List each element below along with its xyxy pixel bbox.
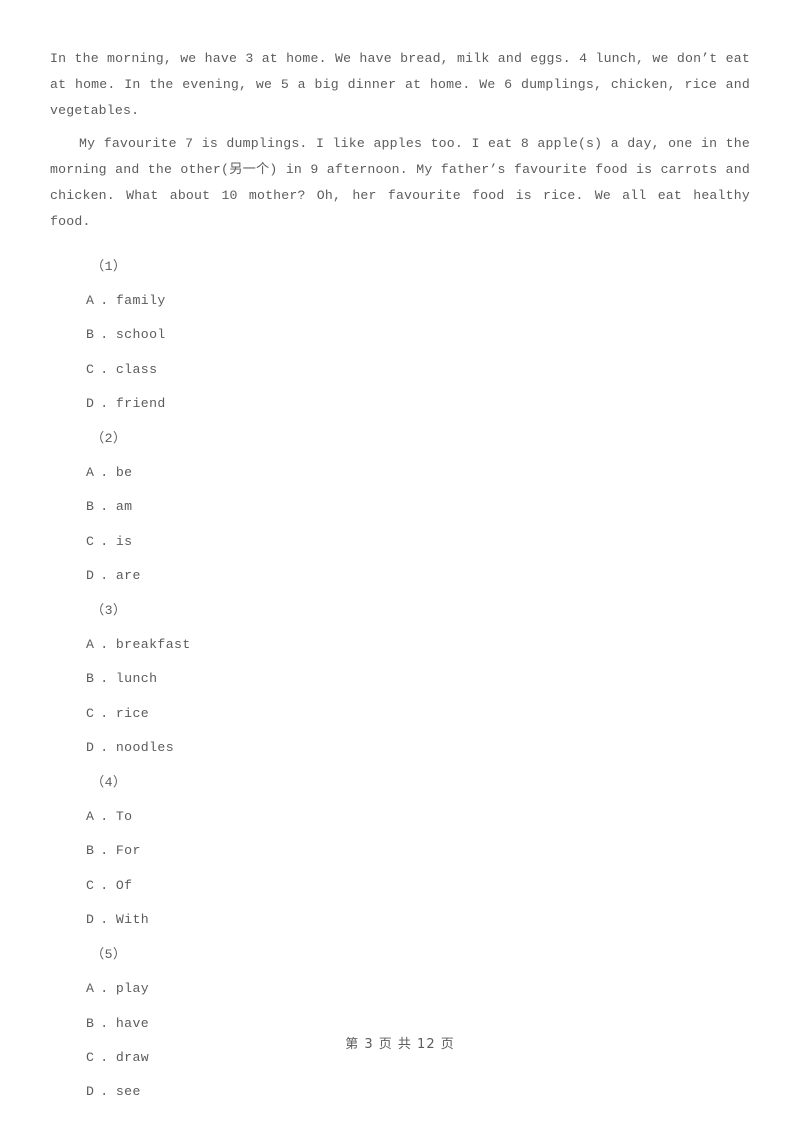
option-row[interactable]: A. family	[50, 284, 750, 318]
option-text: is	[115, 533, 133, 549]
option-separator: .	[100, 499, 109, 515]
option-text: be	[115, 465, 133, 481]
option-separator: .	[100, 809, 109, 825]
option-row[interactable]: D. are	[50, 559, 750, 593]
option-row[interactable]: D. With	[50, 903, 750, 937]
option-separator: .	[100, 292, 109, 308]
option-text: play	[115, 981, 150, 997]
option-row[interactable]: C. class	[50, 353, 750, 387]
option-row[interactable]: C. rice	[50, 697, 750, 731]
option-separator: .	[100, 671, 109, 687]
option-letter: D	[86, 568, 95, 584]
option-text: family	[115, 292, 166, 308]
option-letter: D	[86, 912, 95, 928]
option-text: noodles	[115, 740, 175, 756]
option-letter: A	[86, 292, 95, 308]
option-row[interactable]: A. breakfast	[50, 628, 750, 662]
passage-paragraph-1: In the morning, we have 3 at home. We ha…	[50, 51, 750, 118]
option-row[interactable]: B. For	[50, 834, 750, 868]
option-letter: C	[86, 877, 95, 893]
option-separator: .	[100, 705, 109, 721]
option-text: Of	[115, 877, 133, 893]
option-letter: A	[86, 465, 95, 481]
option-letter: A	[86, 809, 95, 825]
option-text: With	[115, 912, 150, 928]
option-row[interactable]: A. be	[50, 456, 750, 490]
option-separator: .	[100, 877, 109, 893]
question-block: （5） A. play B. have C. draw D. see	[50, 938, 750, 1110]
option-text: rice	[115, 705, 150, 721]
option-text: school	[115, 327, 166, 343]
option-letter: B	[86, 327, 95, 343]
option-row[interactable]: D. noodles	[50, 731, 750, 765]
page-footer: 第 3 页 共 12 页	[345, 1037, 455, 1052]
question-number: （3）	[91, 602, 127, 618]
option-text: am	[115, 499, 133, 515]
option-row[interactable]: A. To	[50, 800, 750, 834]
option-separator: .	[100, 465, 109, 481]
question-number: （2）	[91, 430, 127, 446]
option-letter: D	[86, 1084, 95, 1100]
option-letter: B	[86, 843, 95, 859]
option-letter: C	[86, 361, 95, 377]
option-text: For	[115, 843, 141, 859]
option-letter: D	[86, 396, 95, 412]
option-text: friend	[115, 396, 166, 412]
option-letter: D	[86, 740, 95, 756]
questions-list: （1） A. family B. school C. class D. friend （…	[50, 250, 750, 1110]
option-separator: .	[100, 568, 109, 584]
option-text: see	[115, 1084, 141, 1100]
option-letter: C	[86, 705, 95, 721]
option-row[interactable]: A. play	[50, 972, 750, 1006]
passage-paragraph-2: My favourite 7 is dumplings. I like appl…	[50, 131, 750, 234]
page-content: In the morning, we have 3 at home. We ha…	[50, 46, 750, 1110]
option-separator: .	[100, 396, 109, 412]
option-text: class	[115, 361, 158, 377]
question-block: （4） A. To B. For C. Of D. With	[50, 766, 750, 938]
question-number: （4）	[91, 774, 127, 790]
question-number: （5）	[91, 946, 127, 962]
option-text: lunch	[115, 671, 158, 687]
option-separator: .	[100, 361, 109, 377]
option-row[interactable]: B. am	[50, 490, 750, 524]
option-separator: .	[100, 740, 109, 756]
option-separator: .	[100, 637, 109, 653]
option-text: are	[115, 568, 141, 584]
option-row[interactable]: B. lunch	[50, 662, 750, 696]
option-separator: .	[100, 981, 109, 997]
passage-chinese-gloss: 另一个	[229, 162, 270, 178]
option-separator: .	[100, 912, 109, 928]
question-block: （1） A. family B. school C. class D. friend	[50, 250, 750, 422]
option-text: breakfast	[115, 637, 191, 653]
question-block: （3） A. breakfast B. lunch C. rice D. noodles	[50, 594, 750, 766]
option-separator: .	[100, 533, 109, 549]
option-separator: .	[100, 327, 109, 343]
option-letter: B	[86, 499, 95, 515]
option-separator: .	[100, 843, 109, 859]
option-letter: A	[86, 637, 95, 653]
option-letter: C	[86, 533, 95, 549]
document-page: In the morning, we have 3 at home. We ha…	[0, 0, 800, 1132]
option-row[interactable]: D. friend	[50, 387, 750, 421]
option-separator: .	[100, 1084, 109, 1100]
option-letter: A	[86, 981, 95, 997]
question-number: （1）	[91, 258, 127, 274]
option-text: To	[115, 809, 133, 825]
option-letter: B	[86, 671, 95, 687]
option-row[interactable]: C. is	[50, 525, 750, 559]
question-block: （2） A. be B. am C. is D. are	[50, 422, 750, 594]
option-row[interactable]: D. see	[50, 1075, 750, 1109]
option-row[interactable]: B. school	[50, 318, 750, 352]
option-row[interactable]: C. Of	[50, 869, 750, 903]
